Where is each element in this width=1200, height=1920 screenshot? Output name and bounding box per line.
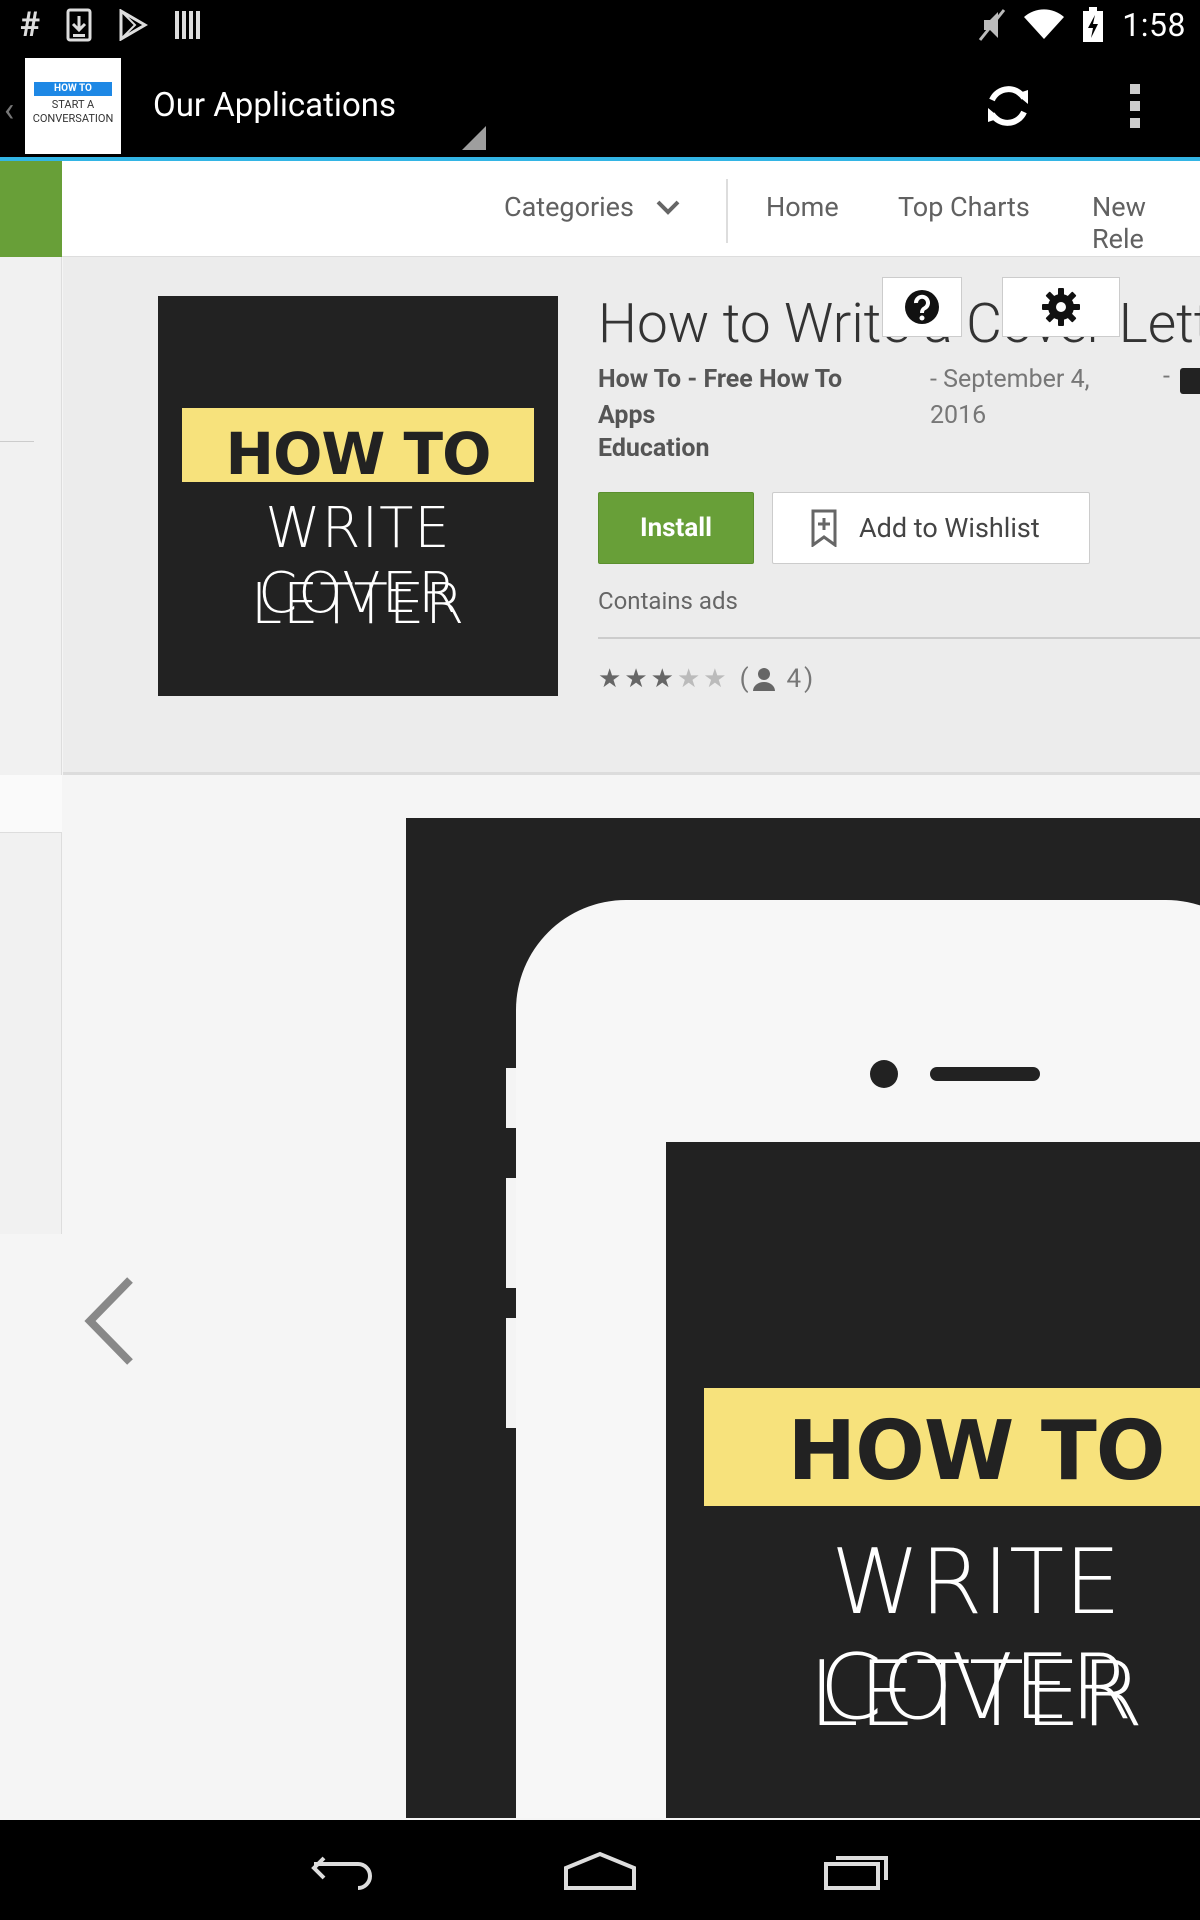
phone-side-button bbox=[506, 1178, 516, 1288]
star-rating: ★ ★ ★ ★ ★ bbox=[598, 666, 727, 692]
help-button[interactable] bbox=[882, 277, 962, 337]
action-bar-title[interactable]: Our Applications bbox=[153, 86, 396, 125]
system-nav-bar bbox=[0, 1820, 1200, 1920]
rating-row: ★ ★ ★ ★ ★ ( 4 ) bbox=[598, 664, 813, 694]
logo-line3: CONVERSATION bbox=[32, 112, 114, 125]
phone-illustration: HOW TO WRITE COVER LETTER bbox=[516, 900, 1200, 1818]
app-logo[interactable]: HOW TO START A CONVERSATION bbox=[25, 58, 121, 154]
gear-icon bbox=[1042, 288, 1080, 326]
wishlist-label: Add to Wishlist bbox=[859, 512, 1040, 544]
home-icon[interactable] bbox=[562, 1850, 638, 1890]
content-rating-badge-icon bbox=[1180, 368, 1200, 394]
phone-speaker bbox=[930, 1067, 1040, 1081]
person-icon bbox=[753, 668, 776, 691]
contains-ads-label: Contains ads bbox=[598, 587, 738, 615]
store-nav: Categories Home Top Charts New Rele bbox=[0, 161, 1200, 257]
details-divider bbox=[598, 637, 1200, 639]
settings-button[interactable] bbox=[1002, 277, 1120, 337]
hash-icon: # bbox=[20, 5, 41, 45]
download-icon bbox=[66, 8, 92, 42]
screen-line3-text: LETTER bbox=[808, 1642, 1144, 1747]
nav-separator bbox=[726, 179, 728, 243]
back-icon[interactable] bbox=[310, 1850, 376, 1890]
battery-charging-icon bbox=[1083, 7, 1104, 42]
action-bar: ‹ HOW TO START A CONVERSATION Our Applica… bbox=[0, 50, 1200, 160]
rating-dash: - bbox=[1163, 362, 1170, 391]
rating-paren-open: ( bbox=[739, 664, 749, 694]
add-to-wishlist-button[interactable]: Add to Wishlist bbox=[772, 492, 1090, 564]
star-empty-icon: ★ bbox=[676, 664, 701, 694]
status-bar: # 1:58 bbox=[0, 0, 1200, 50]
refresh-icon[interactable] bbox=[982, 80, 1034, 132]
star-empty-icon: ★ bbox=[703, 664, 727, 694]
star-filled-icon: ★ bbox=[598, 664, 622, 694]
nav-top-charts[interactable]: Top Charts bbox=[898, 191, 1030, 223]
side-panel-item[interactable] bbox=[0, 775, 62, 833]
logo-line2: START A bbox=[51, 98, 95, 111]
phone-side-button bbox=[506, 1318, 516, 1428]
overflow-menu-icon[interactable] bbox=[1124, 82, 1148, 130]
phone-camera bbox=[870, 1060, 898, 1088]
icon-how-to-text: HOW TO bbox=[225, 420, 492, 488]
clock: 1:58 bbox=[1122, 6, 1186, 44]
screen-how-to-text: HOW TO bbox=[787, 1404, 1166, 1499]
spinner-indicator-icon[interactable] bbox=[462, 126, 486, 150]
side-divider bbox=[0, 441, 34, 442]
developer-link[interactable]: How To - Free How To Apps bbox=[598, 362, 888, 434]
logo-line1: HOW TO bbox=[34, 82, 112, 96]
nav-menu-tab[interactable] bbox=[0, 161, 62, 257]
play-store-icon bbox=[119, 9, 149, 41]
star-filled-icon: ★ bbox=[624, 664, 648, 694]
chevron-down-icon bbox=[656, 200, 680, 215]
logo-subtitle: START A CONVERSATION bbox=[25, 98, 121, 126]
mute-icon bbox=[979, 9, 1006, 41]
categories-label: Categories bbox=[504, 191, 634, 223]
star-filled-icon: ★ bbox=[650, 664, 674, 694]
screen-root: { "status_bar": { "time": "1:58", "left_… bbox=[0, 0, 1200, 1920]
nav-home[interactable]: Home bbox=[766, 191, 839, 223]
rating-paren-close: ) bbox=[804, 664, 814, 694]
up-caret-icon[interactable]: ‹ bbox=[4, 90, 14, 130]
category-link[interactable]: Education bbox=[598, 434, 710, 463]
icon-line3-text: LETTER bbox=[250, 572, 466, 637]
previous-screenshot-icon[interactable] bbox=[82, 1276, 138, 1366]
wifi-icon bbox=[1024, 9, 1065, 39]
side-panel bbox=[0, 257, 62, 1234]
release-date: - September 4, 2016 bbox=[930, 365, 1090, 430]
phone-screen: HOW TO WRITE COVER LETTER bbox=[666, 1142, 1200, 1818]
bookmark-add-icon bbox=[811, 509, 837, 547]
nav-new-releases[interactable]: New Rele bbox=[1092, 191, 1200, 255]
barcode-icon bbox=[175, 11, 201, 39]
recent-apps-icon[interactable] bbox=[822, 1850, 892, 1890]
phone-side-button bbox=[506, 1068, 516, 1128]
rating-count: 4 bbox=[786, 664, 802, 694]
help-icon bbox=[905, 290, 939, 324]
app-icon: HOW TO WRITE COVER LETTER bbox=[158, 296, 558, 696]
install-button[interactable]: Install bbox=[598, 492, 754, 564]
categories-dropdown[interactable]: Categories bbox=[504, 191, 681, 223]
app-screenshot[interactable]: HOW TO WRITE COVER LETTER bbox=[406, 818, 1200, 1818]
